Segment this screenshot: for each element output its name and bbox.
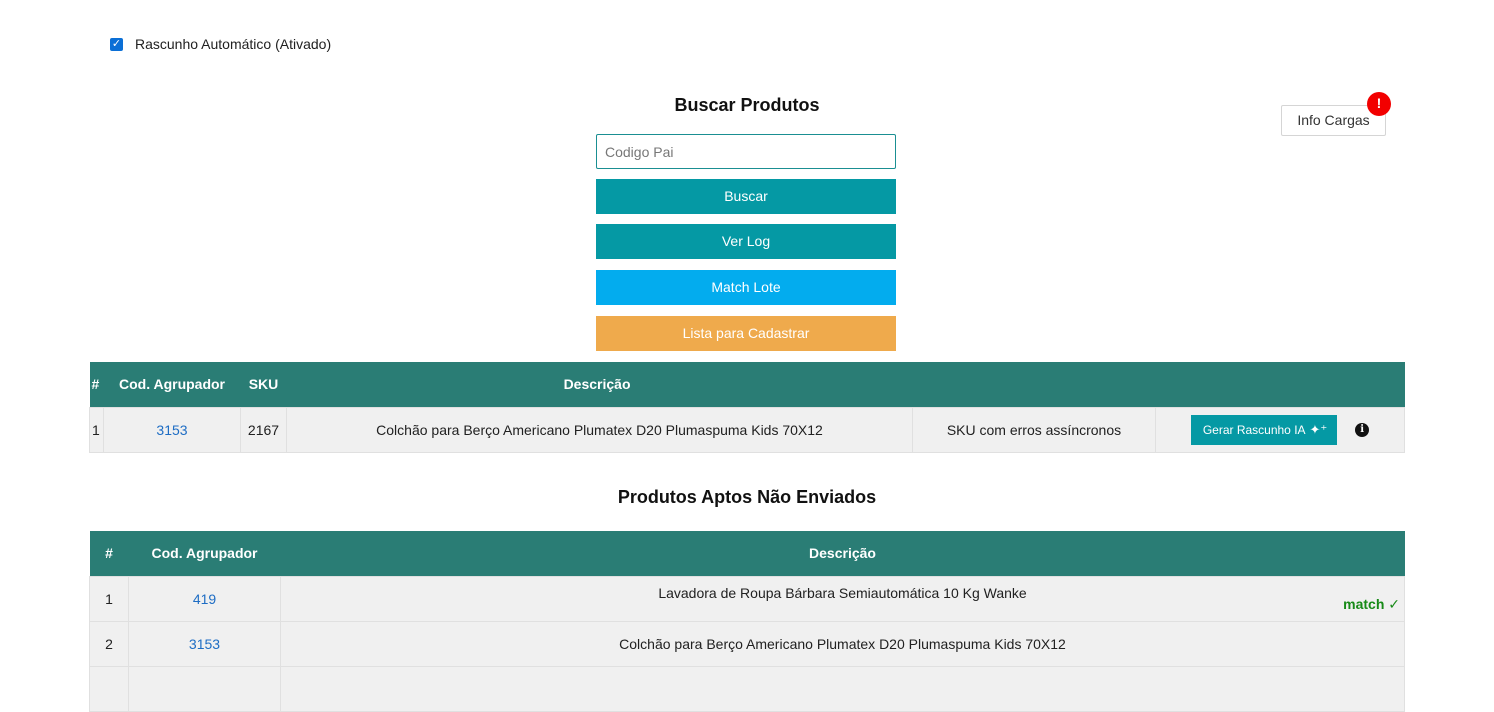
apt-row-cod-cell: 419 bbox=[128, 575, 281, 622]
row-num: 1 bbox=[89, 406, 104, 453]
auto-draft-checkbox[interactable]: ✓ bbox=[110, 37, 123, 51]
cod-agrupador-link[interactable]: 3153 bbox=[189, 636, 220, 652]
col-sku-header: SKU bbox=[240, 362, 287, 407]
apt-row-desc: Lavadora de Roupa Bárbara Semiautomática… bbox=[658, 584, 1027, 601]
apt-row-num: 2 bbox=[89, 620, 129, 667]
match-lote-button[interactable]: Match Lote bbox=[596, 270, 896, 305]
cod-agrupador-link[interactable]: 419 bbox=[193, 591, 216, 607]
gerar-rascunho-button[interactable]: Gerar Rascunho IA ✦⁺ bbox=[1190, 414, 1338, 445]
apt-table: # Cod. Agrupador Descrição 1 419 Lavador… bbox=[89, 531, 1405, 712]
row-cod-cell: 3153 bbox=[103, 406, 241, 453]
apt-title: Produtos Aptos Não Enviados bbox=[617, 487, 877, 507]
auto-draft-toggle[interactable]: ✓ Rascunho Automático (Ativado) bbox=[110, 36, 331, 52]
apt-row-desc: Colchão para Berço Americano Plumatex D2… bbox=[280, 620, 1405, 667]
match-badge: match ✓ bbox=[1343, 595, 1400, 612]
table-row: 2 3153 Colchão para Berço Americano Plum… bbox=[89, 620, 1405, 667]
row-action-cell: Gerar Rascunho IA ✦⁺ i bbox=[1155, 406, 1405, 453]
cod-agrupador-link[interactable]: 3153 bbox=[156, 422, 187, 438]
col-desc-header: Descrição bbox=[286, 362, 913, 407]
apt-row-cod-cell: 3153 bbox=[128, 620, 281, 667]
buscar-button[interactable]: Buscar bbox=[596, 179, 896, 214]
apt-row-num: 1 bbox=[89, 575, 129, 622]
apt-header-row: # Cod. Agrupador Descrição bbox=[89, 531, 1405, 576]
col-action-header bbox=[1155, 362, 1405, 407]
results-table: # Cod. Agrupador SKU Descrição 1 3153 21… bbox=[89, 362, 1405, 453]
alert-badge: ! bbox=[1367, 92, 1391, 116]
search-title: Buscar Produtos bbox=[674, 95, 820, 115]
gerar-rascunho-label: Gerar Rascunho IA bbox=[1202, 422, 1306, 437]
table-row: 1 419 Lavadora de Roupa Bárbara Semiauto… bbox=[89, 575, 1405, 622]
col-status-header bbox=[912, 362, 1156, 407]
row-sku: 2167 bbox=[240, 406, 287, 453]
auto-draft-label: Rascunho Automático (Ativado) bbox=[135, 36, 332, 52]
apt-col-num-header: # bbox=[89, 531, 129, 576]
row-desc: Colchão para Berço Americano Plumatex D2… bbox=[286, 406, 913, 453]
apt-col-cod-header: Cod. Agrupador bbox=[128, 531, 281, 576]
ver-log-button[interactable]: Ver Log bbox=[596, 224, 896, 259]
table-row: 1 3153 2167 Colchão para Berço Americano… bbox=[89, 406, 1405, 453]
sparkle-icon: ✦⁺ bbox=[1309, 421, 1328, 437]
results-header-row: # Cod. Agrupador SKU Descrição bbox=[89, 362, 1405, 407]
apt-col-desc-header: Descrição bbox=[280, 531, 1405, 576]
col-cod-header: Cod. Agrupador bbox=[103, 362, 241, 407]
info-icon[interactable]: i bbox=[1355, 422, 1370, 437]
row-status: SKU com erros assíncronos bbox=[912, 406, 1156, 453]
codigo-pai-input[interactable] bbox=[596, 134, 896, 169]
lista-cadastrar-button[interactable]: Lista para Cadastrar bbox=[596, 316, 896, 351]
col-num-header: # bbox=[89, 362, 104, 407]
apt-row-desc-cell: Lavadora de Roupa Bárbara Semiautomática… bbox=[280, 575, 1405, 622]
